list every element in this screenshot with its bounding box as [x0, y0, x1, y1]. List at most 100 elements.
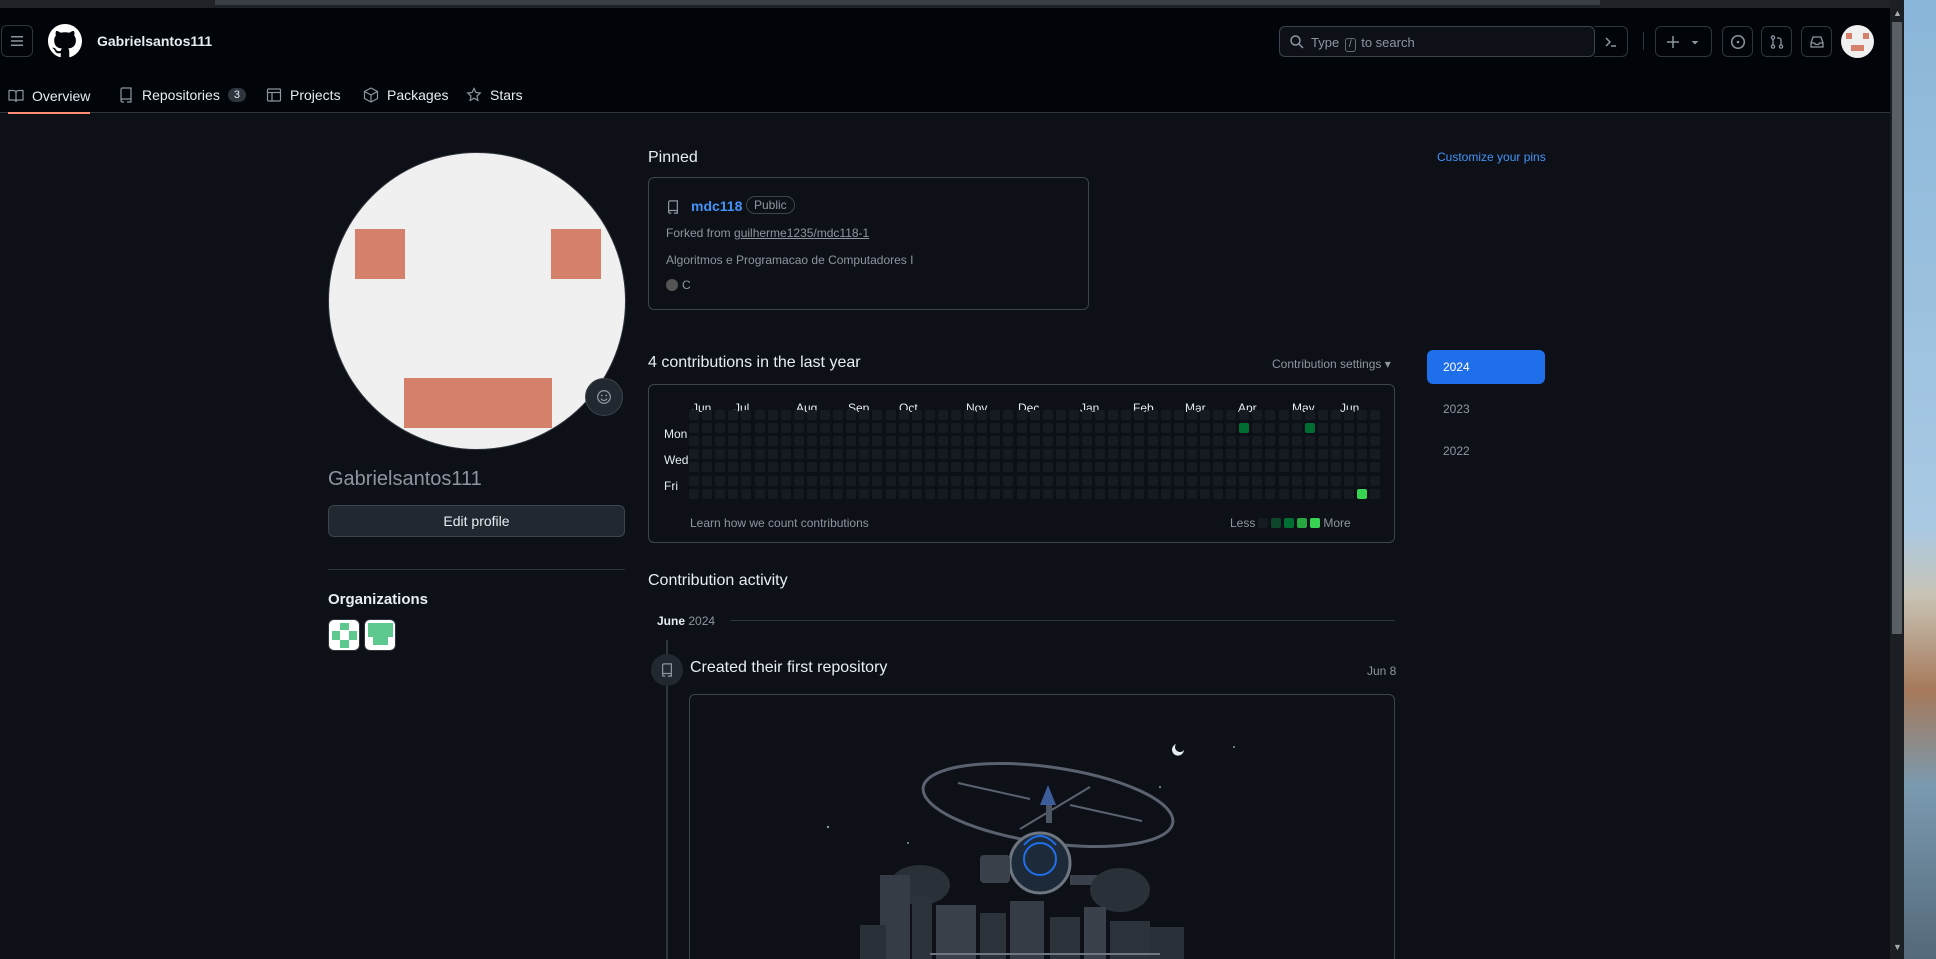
contribution-cell[interactable]: [1252, 488, 1263, 499]
contribution-cell[interactable]: [951, 462, 961, 473]
contribution-cell[interactable]: [1055, 449, 1066, 460]
contribution-cell[interactable]: [767, 475, 778, 486]
contribution-cell[interactable]: [1068, 423, 1079, 434]
contribution-cell[interactable]: [833, 436, 844, 447]
contribution-cell[interactable]: [1291, 475, 1302, 486]
contribution-cell[interactable]: [1108, 475, 1119, 486]
contribution-cell[interactable]: [1173, 462, 1184, 473]
contribution-cell[interactable]: [846, 410, 857, 420]
contribution-cell[interactable]: [951, 410, 961, 420]
contribution-cell[interactable]: [689, 423, 699, 434]
contribution-cell[interactable]: [1042, 488, 1053, 499]
contribution-cell[interactable]: [767, 449, 778, 460]
contribution-cell[interactable]: [1186, 488, 1197, 499]
contribution-cell[interactable]: [859, 410, 870, 420]
contribution-cell[interactable]: [911, 488, 922, 499]
contribution-cell[interactable]: [1134, 436, 1145, 447]
contribution-cell[interactable]: [1173, 488, 1184, 499]
contribution-cell[interactable]: [872, 462, 883, 473]
contribution-cell[interactable]: [990, 475, 1001, 486]
contribution-cell[interactable]: [741, 423, 752, 434]
contribution-cell[interactable]: [1147, 462, 1158, 473]
contribution-cell[interactable]: [741, 475, 752, 486]
contribution-cell[interactable]: [937, 449, 948, 460]
contribution-cell[interactable]: [1330, 436, 1341, 447]
contribution-cell[interactable]: [689, 436, 699, 447]
contribution-cell[interactable]: [1082, 488, 1092, 499]
contribution-cell[interactable]: [715, 410, 726, 420]
contribution-cell[interactable]: [924, 475, 935, 486]
contribution-cell[interactable]: [977, 436, 988, 447]
contribution-cell[interactable]: [898, 488, 909, 499]
contribution-cell[interactable]: [1304, 436, 1315, 447]
contribution-settings-dropdown[interactable]: Contribution settings ▾: [1272, 357, 1391, 371]
contribution-cell[interactable]: [990, 488, 1001, 499]
contribution-cell[interactable]: [689, 462, 699, 473]
page-scrollbar[interactable]: ▲ ▼: [1890, 0, 1904, 959]
contribution-cell[interactable]: [1173, 423, 1184, 434]
contribution-cell[interactable]: [689, 475, 699, 486]
contribution-cell[interactable]: [820, 436, 830, 447]
contribution-cell[interactable]: [1370, 475, 1381, 486]
contribution-cell[interactable]: [833, 475, 844, 486]
contribution-cell[interactable]: [977, 449, 988, 460]
tab-packages[interactable]: Packages: [363, 80, 448, 110]
contribution-cell[interactable]: [1278, 410, 1289, 420]
contribution-cell[interactable]: [846, 449, 857, 460]
year-link-2023[interactable]: 2023: [1427, 392, 1545, 426]
contribution-cell[interactable]: [977, 475, 988, 486]
contribution-cell[interactable]: [1108, 410, 1119, 420]
year-link-2024[interactable]: 2024: [1427, 350, 1545, 384]
contribution-cell[interactable]: [1330, 488, 1341, 499]
contribution-cell[interactable]: [728, 436, 739, 447]
contribution-cell[interactable]: [1344, 462, 1354, 473]
contribution-cell[interactable]: [1344, 436, 1354, 447]
contribution-cell[interactable]: [1042, 475, 1053, 486]
contribution-cell[interactable]: [911, 475, 922, 486]
pull-requests-button[interactable]: [1761, 26, 1792, 57]
contribution-cell[interactable]: [1029, 423, 1040, 434]
scrollbar-thumb[interactable]: [1892, 22, 1902, 634]
contribution-cell[interactable]: [1095, 410, 1106, 420]
contribution-cell[interactable]: [1029, 436, 1040, 447]
contribution-cell[interactable]: [833, 410, 844, 420]
contribution-cell[interactable]: [951, 488, 961, 499]
pinned-repo-link[interactable]: mdc118: [691, 198, 742, 214]
contribution-cell[interactable]: [767, 488, 778, 499]
contribution-cell[interactable]: [741, 436, 752, 447]
contribution-cell[interactable]: [820, 462, 830, 473]
contribution-cell[interactable]: [964, 410, 975, 420]
contribution-cell[interactable]: [1042, 449, 1053, 460]
contribution-cell[interactable]: [1173, 410, 1184, 420]
contribution-cell[interactable]: [1278, 449, 1289, 460]
contribution-cell[interactable]: [1186, 449, 1197, 460]
contribution-cell[interactable]: [885, 423, 896, 434]
contribution-cell[interactable]: [1370, 449, 1381, 460]
contribution-cell[interactable]: [1226, 475, 1237, 486]
contribution-cell[interactable]: [990, 462, 1001, 473]
contribution-cell[interactable]: [780, 423, 791, 434]
contribution-cell[interactable]: [1003, 462, 1014, 473]
contribution-cell[interactable]: [820, 410, 830, 420]
contribution-cell[interactable]: [1291, 462, 1302, 473]
contribution-cell[interactable]: [1317, 475, 1328, 486]
contribution-cell[interactable]: [754, 488, 765, 499]
contribution-cell[interactable]: [1186, 475, 1197, 486]
contribution-cell[interactable]: [872, 423, 883, 434]
contribution-cell[interactable]: [1147, 475, 1158, 486]
contribution-cell[interactable]: [964, 475, 975, 486]
contribution-cell[interactable]: [1055, 436, 1066, 447]
contribution-cell[interactable]: [1226, 410, 1237, 420]
contribution-cell[interactable]: [1357, 436, 1368, 447]
contribution-cell[interactable]: [1239, 475, 1250, 486]
contribution-cell[interactable]: [1357, 423, 1368, 434]
contribution-cell[interactable]: [937, 423, 948, 434]
contribution-cell[interactable]: [1317, 436, 1328, 447]
contribution-cell[interactable]: [1252, 423, 1263, 434]
contribution-cell[interactable]: [1003, 488, 1014, 499]
contribution-cell[interactable]: [702, 462, 713, 473]
contribution-cell[interactable]: [1095, 462, 1106, 473]
contribution-cell[interactable]: [964, 449, 975, 460]
contribution-cell[interactable]: [885, 436, 896, 447]
contribution-cell[interactable]: [990, 436, 1001, 447]
